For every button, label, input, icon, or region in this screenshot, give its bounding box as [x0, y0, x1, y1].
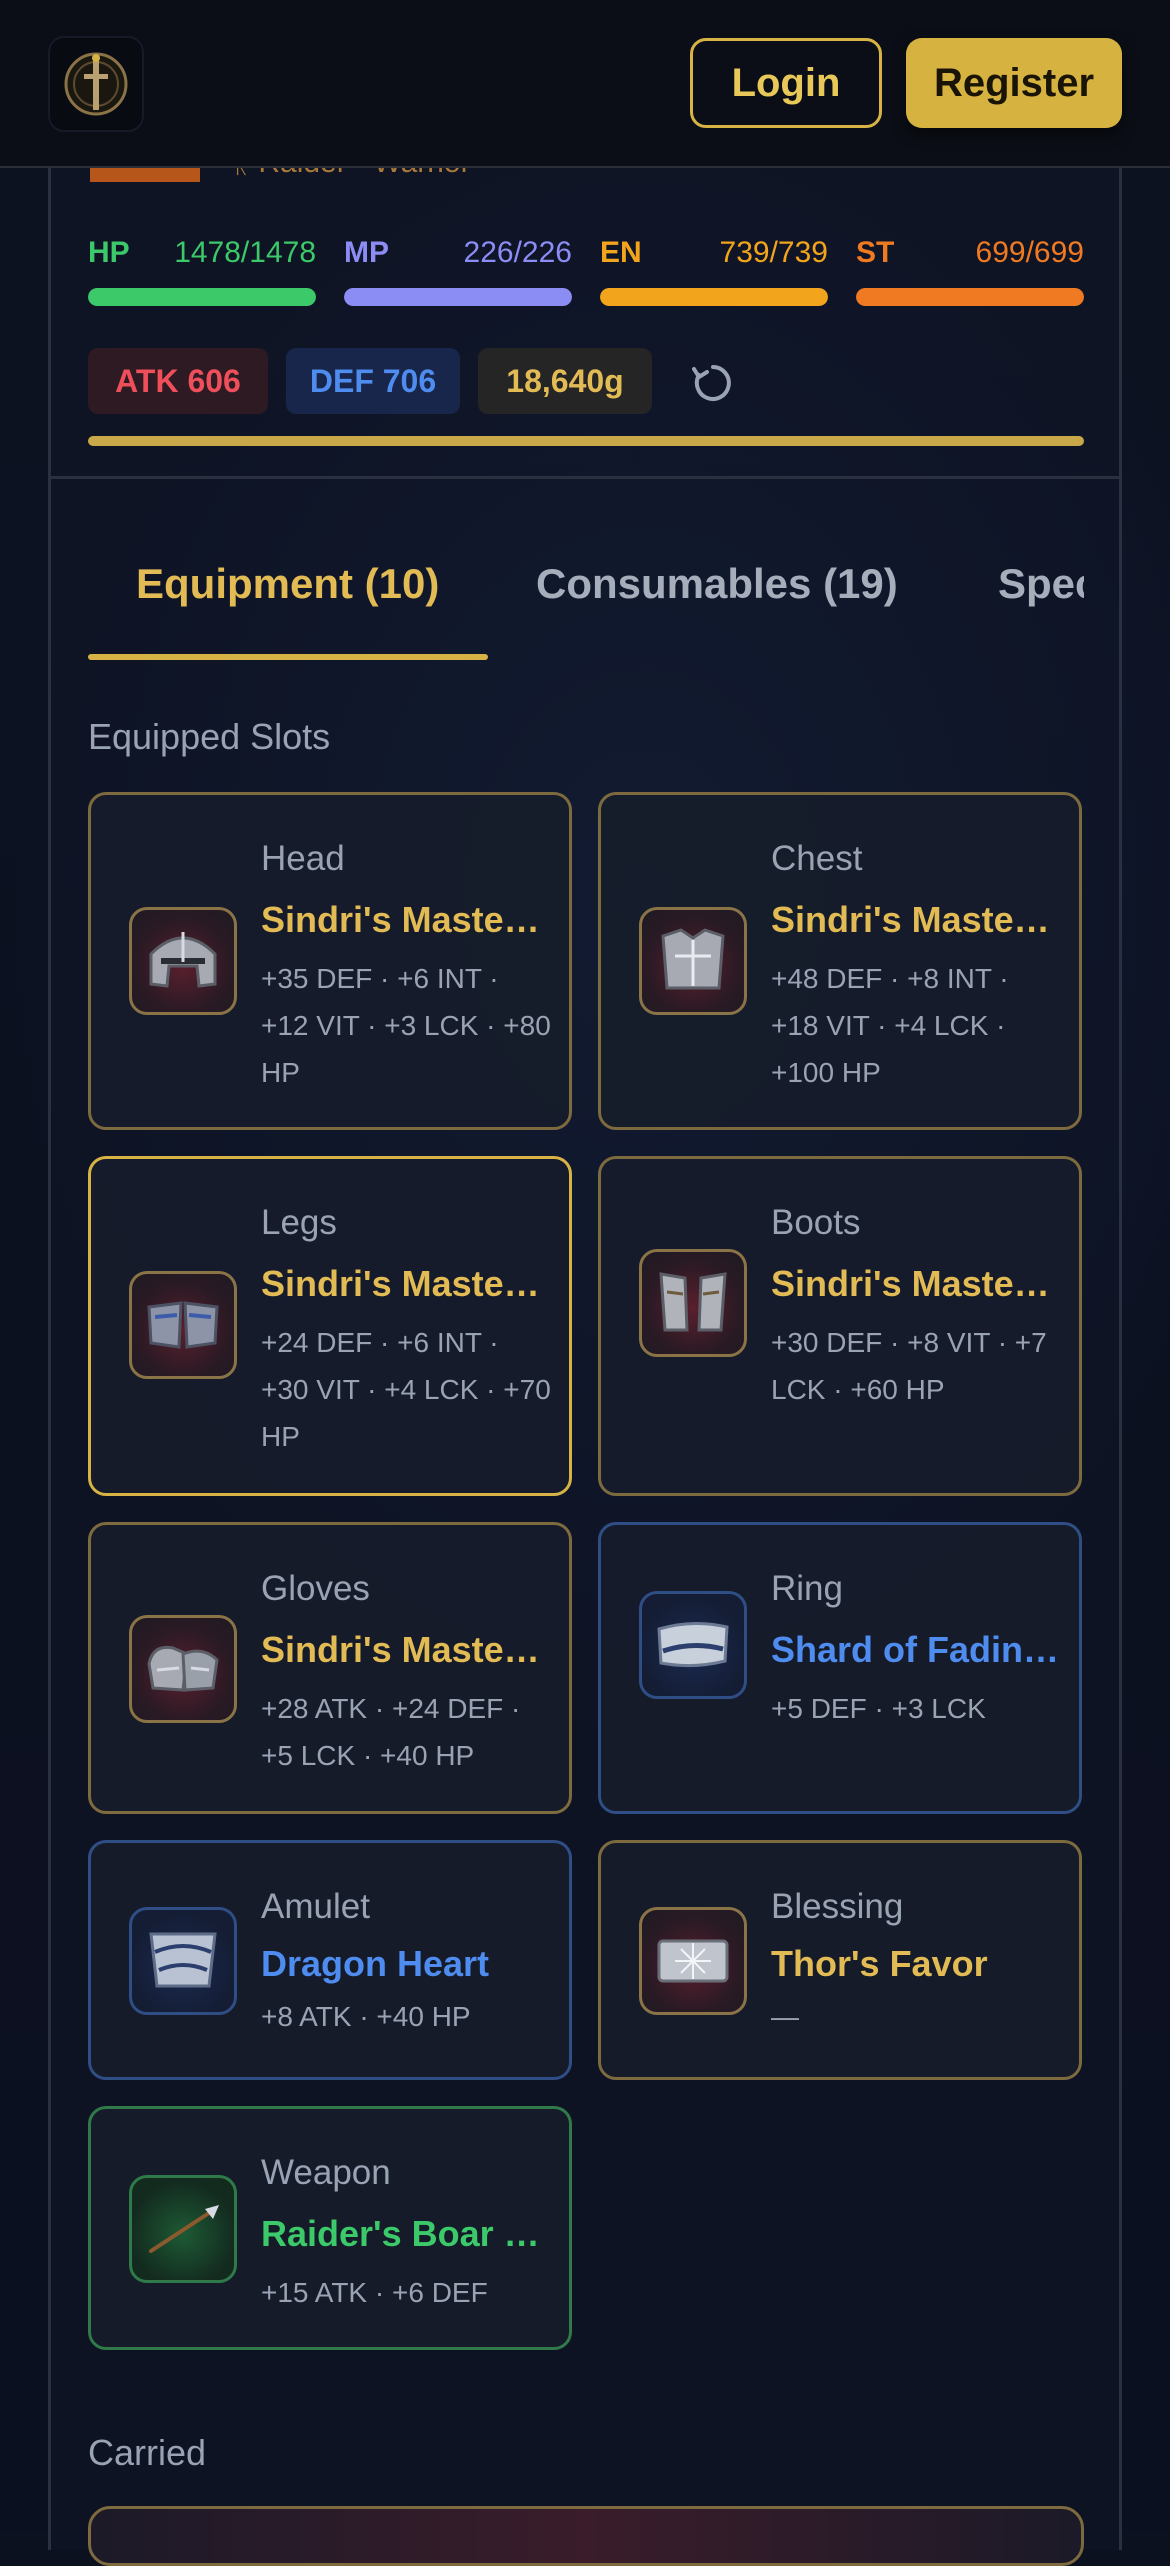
en-bar [600, 288, 828, 306]
equip-card-boots[interactable]: Boots Sindri's Masterwork Boots +30 DEF … [598, 1156, 1082, 1496]
tab-special[interactable]: Special [998, 560, 1084, 608]
slot-label: Boots [771, 1203, 861, 1242]
active-tab-indicator [88, 654, 488, 660]
slot-label: Legs [261, 1203, 337, 1242]
item-stats: — [771, 2001, 799, 2032]
slot-label: Blessing [771, 1887, 904, 1926]
stats-row: HP 1478/1478 MP 226/226 EN 739/739 ST 69… [88, 236, 1084, 306]
st-label: ST [856, 236, 895, 269]
mp-value: 226/226 [463, 236, 572, 269]
item-stats: +8 ATK · +40 HP [261, 2001, 471, 2032]
st-value: 699/699 [975, 236, 1084, 269]
mp-bar-fill [344, 288, 572, 306]
equip-card-amulet[interactable]: Amulet Dragon Heart +8 ATK · +40 HP [88, 1840, 572, 2080]
en-label: EN [600, 236, 642, 269]
ring-icon [639, 1591, 747, 1699]
equip-card-weapon[interactable]: Weapon Raider's Boar Spear +15 ATK · +6 … [88, 2106, 572, 2350]
section-divider [51, 476, 1119, 479]
slot-label: Amulet [261, 1887, 370, 1926]
slot-label: Head [261, 839, 345, 878]
carried-item-card[interactable] [88, 2506, 1084, 2566]
hp-label: HP [88, 236, 130, 269]
def-badge: DEF 706 [286, 348, 460, 414]
en-bar-fill [600, 288, 828, 306]
helmet-icon [129, 907, 237, 1015]
en-value: 739/739 [719, 236, 828, 269]
equip-card-blessing[interactable]: Blessing Thor's Favor — [598, 1840, 1082, 2080]
gold-badge: 18,640g [478, 348, 652, 414]
item-stats: +35 DEF · +6 INT · +12 VIT · +3 LCK · +8… [261, 963, 551, 1088]
inventory-tabs: Equipment (10) Consumables (19) Special [88, 520, 1084, 660]
xp-bar [88, 436, 1084, 446]
tab-equipment[interactable]: Equipment (10) [136, 560, 439, 608]
item-stats: +5 DEF · +3 LCK [771, 1693, 986, 1724]
item-stats: +48 DEF · +8 INT · +18 VIT · +4 LCK · +1… [771, 963, 1009, 1088]
spear-icon [129, 2175, 237, 2283]
hp-bar-fill [88, 288, 316, 306]
slot-label: Chest [771, 839, 863, 878]
equipped-slots-heading: Equipped Slots [88, 716, 331, 757]
top-bar: Login Register [0, 0, 1170, 168]
item-stats: +28 ATK · +24 DEF · +5 LCK · +40 HP [261, 1693, 521, 1771]
slot-label: Ring [771, 1569, 843, 1608]
item-stats: +30 DEF · +8 VIT · +7 LCK · +60 HP [771, 1327, 1047, 1405]
st-bar-fill [856, 288, 1084, 306]
chestplate-icon [639, 907, 747, 1015]
equip-card-head[interactable]: Head Sindri's Masterwork Helm +35 DEF · … [88, 792, 572, 1130]
st-bar [856, 288, 1084, 306]
refresh-icon[interactable] [688, 358, 738, 408]
atk-badge: ATK 606 [88, 348, 268, 414]
hp-bar [88, 288, 316, 306]
item-stats: +24 DEF · +6 INT · +30 VIT · +4 LCK · +7… [261, 1327, 551, 1452]
item-name: Sindri's Masterwork Helm [261, 899, 551, 940]
equip-card-chest[interactable]: Chest Sindri's Masterwork Chestplate +48… [598, 792, 1082, 1130]
greaves-icon [129, 1271, 237, 1379]
gauntlets-icon [129, 1615, 237, 1723]
carried-heading: Carried [88, 2432, 207, 2473]
mp-label: MP [344, 236, 389, 269]
item-name: Sindri's Masterwork Chestplate [771, 899, 1061, 940]
mp-bar [344, 288, 572, 306]
item-name: Shard of Fading Light [771, 1629, 1061, 1670]
item-name: Sindri's Masterwork Greaves [261, 1263, 551, 1304]
equip-card-ring[interactable]: Ring Shard of Fading Light +5 DEF · +3 L… [598, 1522, 1082, 1814]
equip-card-legs[interactable]: Legs Sindri's Masterwork Greaves +24 DEF… [88, 1156, 572, 1496]
game-logo[interactable] [48, 36, 144, 132]
slot-label: Weapon [261, 2153, 391, 2192]
blessing-icon [639, 1907, 747, 2015]
tab-consumables[interactable]: Consumables (19) [536, 560, 898, 608]
boots-icon [639, 1249, 747, 1357]
hp-value: 1478/1478 [174, 236, 316, 269]
item-name: Thor's Favor [771, 1943, 988, 1984]
item-name: Dragon Heart [261, 1943, 490, 1984]
equip-card-gloves[interactable]: Gloves Sindri's Masterwork Gauntlets +28… [88, 1522, 572, 1814]
slot-label: Gloves [261, 1569, 370, 1608]
amulet-icon [129, 1907, 237, 2015]
item-name: Sindri's Masterwork Gauntlets [261, 1629, 551, 1670]
item-name: Raider's Boar Spear [261, 2213, 551, 2254]
item-name: Sindri's Masterwork Boots [771, 1263, 1061, 1304]
login-button[interactable]: Login [690, 38, 882, 128]
item-stats: +15 ATK · +6 DEF [261, 2277, 488, 2308]
crest-icon [64, 52, 128, 116]
register-button[interactable]: Register [906, 38, 1122, 128]
